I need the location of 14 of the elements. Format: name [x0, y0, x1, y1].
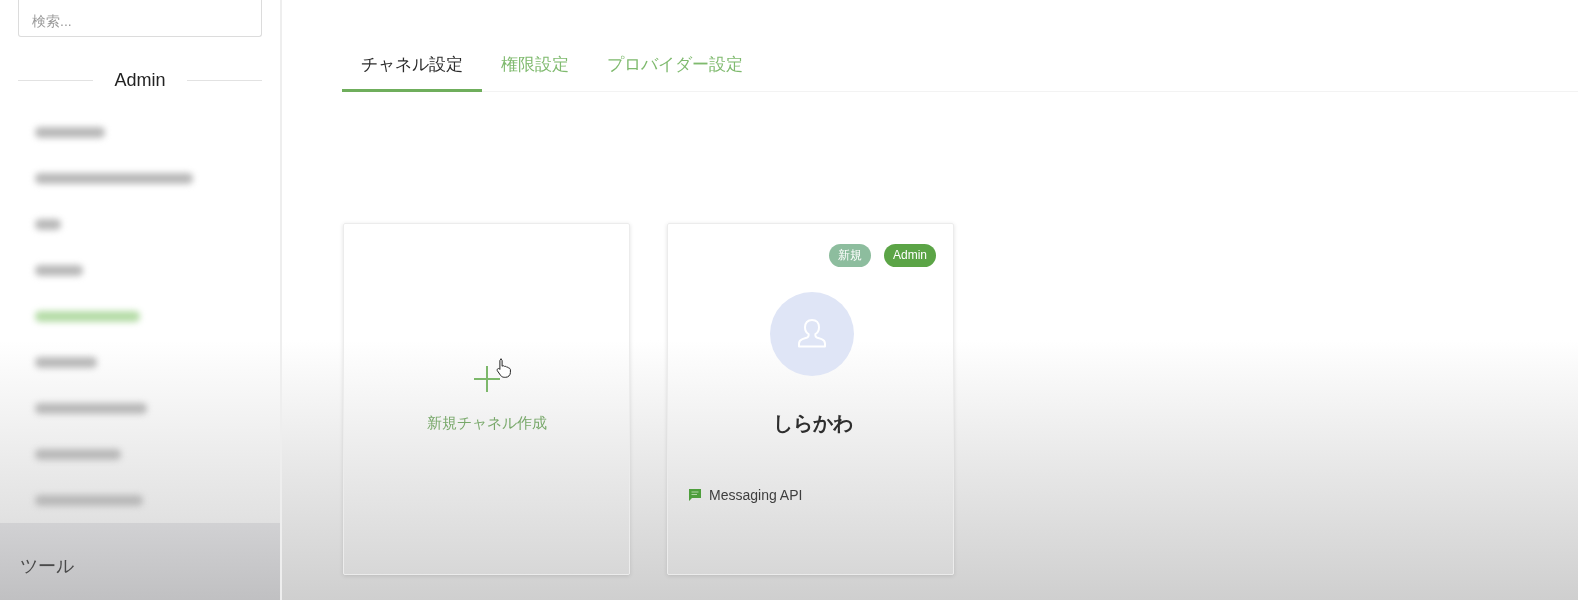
avatar-icon — [769, 292, 854, 376]
plus-icon — [473, 365, 500, 392]
tab[interactable]: チャネル設定 — [342, 41, 482, 92]
tools-label[interactable]: ツール — [20, 553, 74, 578]
create-channel-label: 新規チャネル作成 — [426, 413, 547, 433]
hand-cursor-icon — [495, 357, 512, 378]
channel-tag: Admin — [884, 244, 936, 267]
channel-name: しらかわ — [772, 411, 853, 436]
chat-bubble-icon — [689, 489, 701, 501]
search-field[interactable]: 検索... — [18, 0, 262, 37]
channel-tag: 新規 — [829, 244, 871, 267]
section-heading: Admin — [113, 69, 167, 92]
api-type-label: Messaging API — [709, 487, 803, 503]
channel-card[interactable]: 新規 Admin しらかわ Messaging API — [667, 223, 954, 575]
